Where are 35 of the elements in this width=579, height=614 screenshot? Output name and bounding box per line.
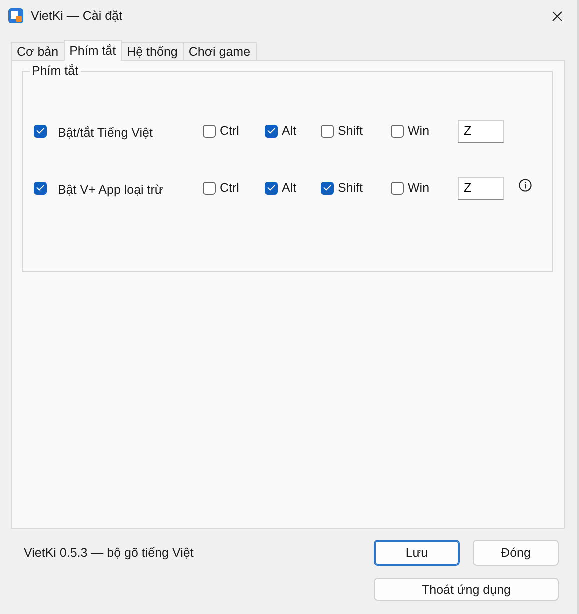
close-icon[interactable]: [552, 10, 563, 22]
modifier-label[interactable]: Shift: [338, 124, 364, 138]
checkbox[interactable]: [265, 182, 278, 194]
group-title: Phím tắt: [31, 64, 80, 78]
key-field[interactable]: Z: [458, 120, 504, 142]
modifier-label[interactable]: Alt: [282, 124, 297, 138]
tab[interactable]: Hệ thống: [121, 42, 184, 60]
checkbox[interactable]: [265, 124, 278, 138]
checkbox[interactable]: [321, 182, 334, 194]
key-field[interactable]: Z: [458, 176, 504, 200]
checkbox[interactable]: [391, 124, 404, 138]
modifier-label[interactable]: Ctrl: [220, 181, 240, 195]
app-logo-icon: [8, 8, 24, 24]
tab[interactable]: Cơ bản: [11, 42, 65, 60]
shortcut-label: Bật V+ App loại trừ: [58, 183, 164, 197]
info-icon[interactable]: [519, 178, 532, 192]
checkbox[interactable]: [321, 124, 334, 138]
checkbox[interactable]: [34, 182, 47, 194]
tab[interactable]: Chơi game: [182, 42, 257, 60]
shortcut-label: Bật/tắt Tiếng Việt: [58, 126, 154, 140]
checkbox[interactable]: [203, 182, 216, 194]
modifier-label[interactable]: Win: [408, 181, 430, 195]
window-title: VietKi — Cài đặt: [31, 9, 124, 23]
checkbox[interactable]: [34, 124, 47, 138]
button[interactable]: Thoát ứng dụng: [374, 578, 559, 601]
status-text: VietKi 0.5.3 — bộ gõ tiếng Việt: [24, 546, 195, 560]
modifier-label[interactable]: Alt: [282, 181, 297, 195]
button[interactable]: Đóng: [473, 540, 559, 566]
tab[interactable]: Phím tắt: [64, 40, 122, 61]
modifier-label[interactable]: Shift: [338, 181, 364, 195]
button[interactable]: Lưu: [374, 540, 460, 566]
modifier-label[interactable]: Ctrl: [220, 124, 240, 138]
modifier-label[interactable]: Win: [408, 124, 430, 138]
checkbox[interactable]: [203, 124, 216, 138]
checkbox[interactable]: [391, 182, 404, 194]
